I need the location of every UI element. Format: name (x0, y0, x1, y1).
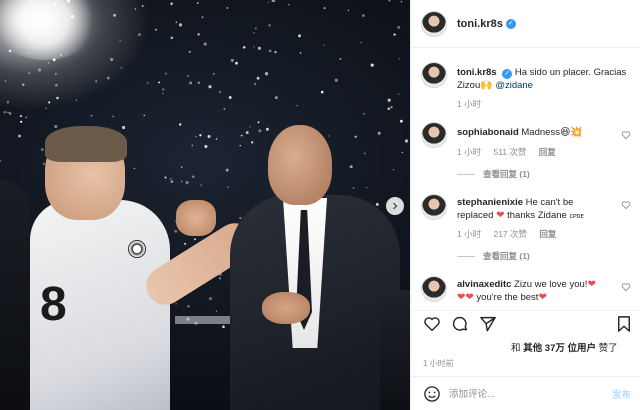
post-header: toni.kr8s ✓ (411, 0, 640, 48)
comment-text: Madness (521, 127, 560, 138)
comment-text: thanks Zidane (507, 210, 567, 221)
comment-text-block: sophiabonaid Madness😆💥 (457, 126, 613, 139)
like-heart-icon[interactable] (423, 315, 441, 333)
caption-username[interactable]: toni.kr8s (457, 67, 497, 78)
likes-others-link[interactable]: 其他 37万 位用户 (523, 343, 596, 354)
comment-text-block: alvinaxeditc Zizu we love you!❤ ❤❤ you'r… (457, 278, 613, 304)
coach-head (268, 125, 332, 205)
emoji-smiley-icon[interactable] (423, 385, 441, 403)
raising-hands-emoji: 🙌 (480, 80, 493, 91)
caption-avatar[interactable] (421, 62, 447, 88)
red-heart-emoji: ❤❤ (457, 292, 474, 303)
reply-button[interactable]: 回复 (539, 147, 556, 157)
like-comment-heart-icon[interactable] (621, 200, 631, 210)
red-heart-emoji: ❤ (587, 279, 596, 290)
author-username[interactable]: toni.kr8s (457, 18, 503, 30)
caption-meta: 1 小时 (457, 98, 491, 110)
background-person-right (380, 290, 410, 410)
likes-prefix: 和 (511, 343, 521, 354)
commenter-avatar[interactable] (421, 194, 447, 220)
share-paper-plane-icon[interactable] (479, 315, 497, 333)
commenter-avatar[interactable] (421, 276, 447, 302)
comment-meta: 1 小时 217 次赞 回复 (457, 228, 566, 240)
comment-time: 1 小时 (457, 147, 482, 157)
jersey-number-graphic: 8 (40, 278, 67, 331)
reply-button[interactable]: 回复 (539, 229, 556, 239)
verified-badge-icon: ✓ (505, 18, 516, 29)
comment-text: you're the best (476, 292, 539, 303)
comment-likes[interactable]: 217 次赞 (493, 229, 527, 239)
commenter-username[interactable]: sophiabonaid (457, 127, 519, 138)
post-comment-button[interactable]: 发布 (612, 387, 631, 401)
view-replies-button[interactable]: 查看回复 (1) (457, 250, 530, 262)
likes-suffix: 赞了 (598, 343, 618, 354)
comment-emoji: 😆💥 (559, 127, 583, 138)
author-avatar[interactable] (421, 10, 447, 37)
coach-raised-hand (176, 200, 216, 236)
verified-badge-icon: ✓ (502, 69, 513, 79)
likes-summary: 和 其他 37万 位用户 赞了 (511, 340, 618, 354)
coach-hand (262, 292, 310, 324)
chevron-right-icon (393, 202, 398, 210)
player-hair (45, 126, 127, 162)
like-comment-heart-icon[interactable] (621, 282, 631, 292)
commenter-username[interactable]: stephanienixie (457, 197, 523, 208)
comment-input[interactable] (449, 384, 599, 404)
commenter-username[interactable]: alvinaxeditc (457, 279, 511, 290)
comment-bubble-icon[interactable] (451, 315, 469, 333)
comment-text: He can't be (525, 197, 574, 208)
comment-composer: 发布 (411, 376, 640, 410)
comment-text-block: stephanienixie He can't be replaced ❤ th… (457, 196, 613, 223)
view-replies-button[interactable]: 查看回复 (1) (457, 168, 530, 180)
red-heart-emoji: ❤ (538, 292, 547, 303)
ucl-badge-icon (128, 240, 146, 258)
post-actions (411, 310, 640, 336)
comments-list[interactable]: toni.kr8s ✓ Ha sido un placer. Gracias Z… (411, 50, 640, 306)
comment-text: replaced (457, 210, 494, 221)
caption-mention-link[interactable]: @zidane (495, 80, 533, 91)
comment-time: 1 小时 (457, 229, 482, 239)
like-comment-heart-icon[interactable] (621, 130, 631, 140)
red-heart-emoji: ❤ (496, 210, 505, 221)
caption-time: 1 小时 (457, 99, 482, 109)
caption-text-block: toni.kr8s ✓ Ha sido un placer. Gracias Z… (457, 66, 631, 92)
comment-small-caps: ᴄᴘᴅᴇ (569, 213, 584, 220)
commenter-avatar[interactable] (421, 122, 447, 148)
carousel-next-button[interactable] (386, 197, 404, 215)
post-photo[interactable]: 8 (0, 0, 410, 410)
post-timestamp[interactable]: 1 小时前 (423, 358, 454, 369)
background-person-left (0, 180, 30, 410)
comment-text: Zizu we love you! (514, 279, 588, 290)
comment-meta: 1 小时 511 次赞 回复 (457, 146, 566, 158)
save-bookmark-icon[interactable] (615, 315, 633, 333)
comment-likes[interactable]: 511 次赞 (493, 147, 526, 157)
post-sidebar: toni.kr8s ✓ toni.kr8s ✓ Ha sido un place… (410, 0, 640, 410)
